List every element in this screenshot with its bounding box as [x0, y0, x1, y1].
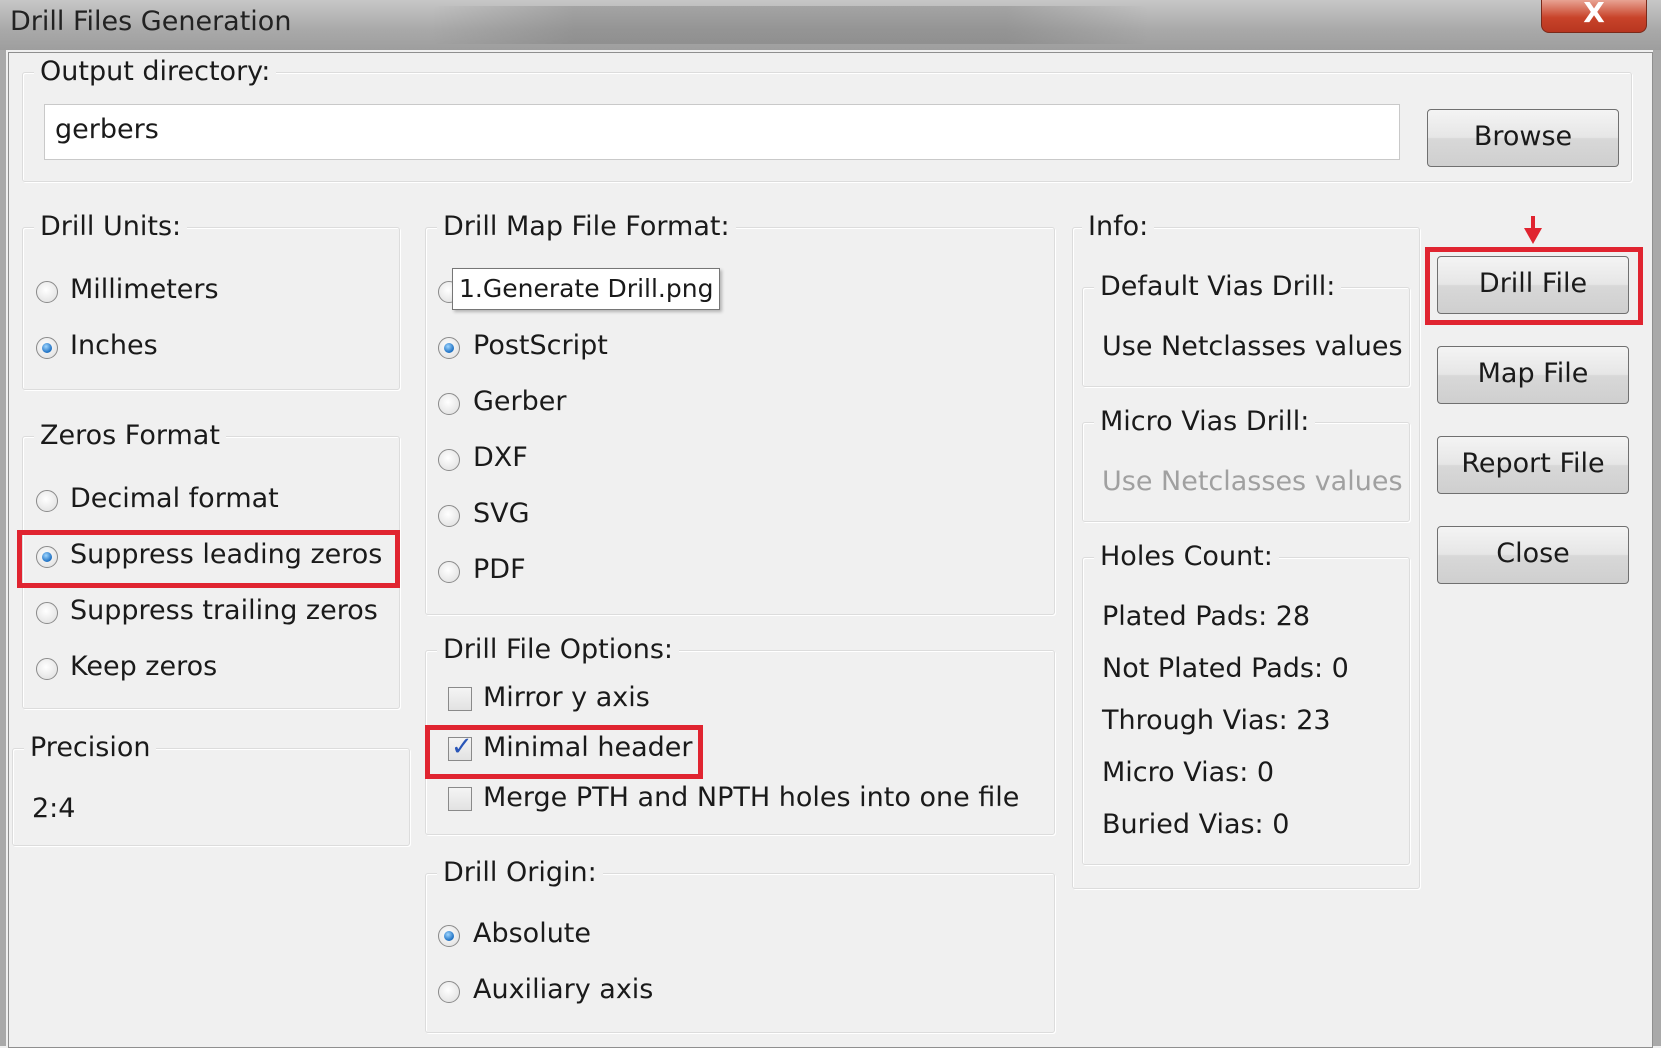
plated-pads-count: Plated Pads: 28 [1102, 601, 1311, 632]
window-close-button[interactable]: X [1541, 0, 1647, 33]
merge-pth-npth-checkbox[interactable] [448, 787, 472, 811]
mirror-y-axis-checkbox[interactable] [448, 687, 472, 711]
precision-value: 2:4 [32, 793, 76, 824]
title-background-blur [430, 6, 1150, 44]
map-file-button[interactable]: Map File [1437, 346, 1629, 404]
keep-zeros-radio[interactable] [36, 658, 58, 680]
drill-file-options-title: Drill File Options: [437, 634, 680, 665]
precision-title: Precision [24, 732, 157, 763]
window-title: Drill Files Generation [10, 6, 292, 37]
merge-pth-npth-label: Merge PTH and NPTH holes into one file [483, 782, 1020, 813]
dxf-label: DXF [473, 442, 528, 473]
micro-vias-value: Use Netclasses values [1102, 466, 1403, 497]
zeros-format-title: Zeros Format [34, 420, 226, 451]
suppress-trailing-zeros-label: Suppress trailing zeros [70, 595, 378, 626]
drill-units-title: Drill Units: [34, 211, 188, 242]
browse-button[interactable]: Browse [1427, 109, 1619, 167]
absolute-radio[interactable] [438, 925, 460, 947]
inches-label: Inches [70, 330, 158, 361]
pdf-label: PDF [473, 554, 526, 585]
not-plated-pads-count: Not Plated Pads: 0 [1102, 653, 1349, 684]
buried-vias-count: Buried Vias: 0 [1102, 809, 1290, 840]
info-title: Info: [1082, 211, 1155, 242]
gerber-radio[interactable] [438, 393, 460, 415]
decimal-format-label: Decimal format [70, 483, 279, 514]
default-vias-value: Use Netclasses values [1102, 331, 1403, 362]
micro-vias-title: Micro Vias Drill: [1094, 406, 1316, 437]
pdf-radio[interactable] [438, 561, 460, 583]
highlight-drill-file-button [1425, 247, 1643, 325]
millimeters-label: Millimeters [70, 274, 219, 305]
millimeters-radio[interactable] [36, 281, 58, 303]
report-file-button[interactable]: Report File [1437, 436, 1629, 494]
svg-radio[interactable] [438, 505, 460, 527]
close-button[interactable]: Close [1437, 526, 1629, 584]
drill-units-group [22, 227, 400, 390]
mirror-y-axis-label: Mirror y axis [483, 682, 650, 713]
drill-origin-title: Drill Origin: [437, 857, 603, 888]
dxf-radio[interactable] [438, 449, 460, 471]
default-vias-title: Default Vias Drill: [1094, 271, 1342, 302]
drill-origin-group [425, 873, 1055, 1033]
output-directory-label: Output directory: [34, 56, 277, 87]
tooltip: 1.Generate Drill.png [452, 268, 721, 310]
decimal-format-radio[interactable] [36, 490, 58, 512]
title-bar: Drill Files Generation X [0, 0, 1661, 50]
annotation-arrow-down-icon [1524, 228, 1542, 244]
inches-radio[interactable] [36, 337, 58, 359]
postscript-radio[interactable] [438, 337, 460, 359]
gerber-label: Gerber [473, 386, 567, 417]
highlight-suppress-leading-zeros [17, 530, 400, 588]
micro-vias-count: Micro Vias: 0 [1102, 757, 1275, 788]
keep-zeros-label: Keep zeros [70, 651, 218, 682]
postscript-label: PostScript [473, 330, 608, 361]
output-directory-input[interactable]: gerbers [44, 104, 1400, 160]
holes-count-title: Holes Count: [1094, 541, 1279, 572]
suppress-trailing-zeros-radio[interactable] [36, 602, 58, 624]
auxiliary-axis-label: Auxiliary axis [473, 974, 654, 1005]
absolute-label: Absolute [473, 918, 592, 949]
drill-map-format-title: Drill Map File Format: [437, 211, 736, 242]
auxiliary-axis-radio[interactable] [438, 981, 460, 1003]
highlight-minimal-header [425, 725, 703, 779]
through-vias-count: Through Vias: 23 [1102, 705, 1331, 736]
svg-label: SVG [473, 498, 530, 529]
